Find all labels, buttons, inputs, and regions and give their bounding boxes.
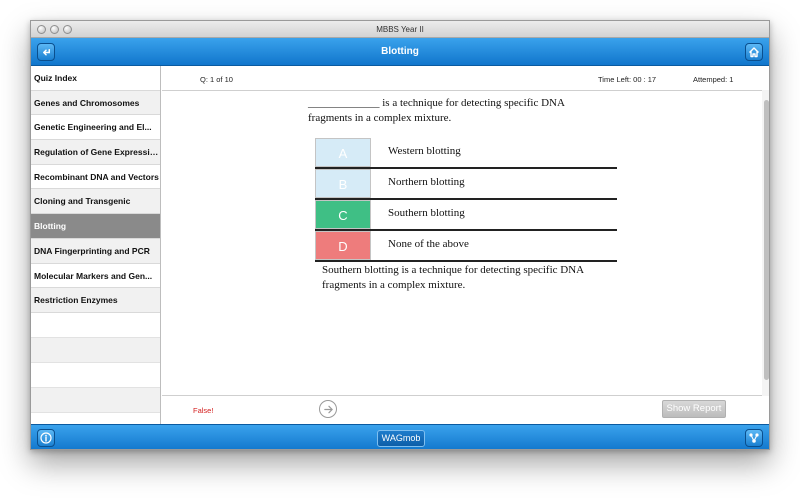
- minimize-window-button[interactable]: [50, 25, 59, 34]
- time-left: Time Left: 00 : 17: [598, 75, 657, 84]
- answer-options: A Western blotting B Northern blotting C…: [315, 138, 617, 262]
- result-label: False!: [193, 406, 214, 415]
- sidebar-item-genes-chromosomes[interactable]: Genes and Chromosomes: [31, 90, 160, 116]
- back-button[interactable]: [37, 43, 55, 61]
- option-letter-badge: C: [315, 200, 371, 229]
- option-text: None of the above: [388, 238, 469, 250]
- zoom-window-button[interactable]: [63, 25, 72, 34]
- sidebar-item-recombinant-dna[interactable]: Recombinant DNA and Vectors: [31, 164, 160, 190]
- wagmob-logo[interactable]: WAGmob: [377, 430, 425, 447]
- option-letter-badge: B: [315, 169, 371, 198]
- show-report-button[interactable]: Show Report: [662, 400, 726, 418]
- nav-title: Blotting: [381, 46, 419, 57]
- close-window-button[interactable]: [37, 25, 46, 34]
- question-counter: Q: 1 of 10: [200, 75, 233, 84]
- info-icon: [40, 432, 52, 444]
- option-text: Western blotting: [388, 145, 461, 157]
- option-text: Northern blotting: [388, 176, 465, 188]
- next-question-button[interactable]: [319, 400, 337, 418]
- bottom-toolbar: WAGmob: [31, 424, 769, 449]
- window-title: MBBS Year II: [376, 25, 424, 34]
- option-letter-badge: A: [315, 138, 371, 167]
- window-titlebar: MBBS Year II: [31, 21, 769, 38]
- sidebar-item-cloning-transgenic[interactable]: Cloning and Transgenic: [31, 189, 160, 215]
- scrollbar-thumb[interactable]: [764, 100, 769, 380]
- quiz-action-row: False! Show Report: [162, 396, 769, 424]
- sidebar-item-blotting[interactable]: Blotting: [31, 214, 160, 239]
- sidebar-item-restriction-enzymes[interactable]: Restriction Enzymes: [31, 288, 160, 313]
- topic-sidebar: Quiz Index Genes and Chromosomes Genetic…: [31, 66, 161, 424]
- answer-option-b[interactable]: B Northern blotting: [315, 169, 617, 200]
- sidebar-empty-row: [31, 362, 160, 388]
- sidebar-item-dna-fingerprinting[interactable]: DNA Fingerprinting and PCR: [31, 238, 160, 264]
- sidebar-empty-row: [31, 387, 160, 413]
- sidebar-empty-row: [31, 312, 160, 338]
- sidebar-item-molecular-markers[interactable]: Molecular Markers and Gen...: [31, 263, 160, 289]
- sidebar-item-genetic-engineering[interactable]: Genetic Engineering and El...: [31, 115, 160, 141]
- share-button[interactable]: [745, 429, 763, 447]
- app-window: MBBS Year II Blotting Quiz Index Genes a…: [30, 20, 770, 450]
- answer-option-a[interactable]: A Western blotting: [315, 138, 617, 169]
- home-icon: [749, 47, 759, 58]
- right-arrow-circle-icon: [323, 405, 333, 413]
- question-text: _____________ is a technique for detecti…: [308, 97, 565, 124]
- sidebar-item-regulation-gene-expression[interactable]: Regulation of Gene Expression: [31, 140, 160, 165]
- nav-bar: Blotting: [31, 38, 769, 66]
- option-letter-badge: D: [315, 231, 371, 260]
- answer-option-d[interactable]: D None of the above: [315, 231, 617, 262]
- window-controls: [37, 25, 72, 34]
- sidebar-empty-row: [31, 337, 160, 363]
- home-button[interactable]: [745, 43, 763, 61]
- option-text: Southern blotting: [388, 207, 465, 219]
- quiz-status-row: Q: 1 of 10 Time Left: 00 : 17 Attemped: …: [162, 66, 769, 90]
- answer-explanation: Southern blotting is a technique for det…: [322, 264, 584, 291]
- back-arrow-icon: [42, 48, 50, 56]
- content-scrollbar[interactable]: [762, 90, 769, 396]
- quiz-panel: Q: 1 of 10 Time Left: 00 : 17 Attemped: …: [162, 66, 769, 424]
- share-icon: [749, 433, 759, 443]
- question-content: _____________ is a technique for detecti…: [162, 90, 762, 396]
- info-button[interactable]: [37, 429, 55, 447]
- sidebar-item-quiz-index[interactable]: Quiz Index: [31, 66, 160, 91]
- answer-option-c[interactable]: C Southern blotting: [315, 200, 617, 231]
- attempted-count: Attemped: 1: [693, 75, 734, 84]
